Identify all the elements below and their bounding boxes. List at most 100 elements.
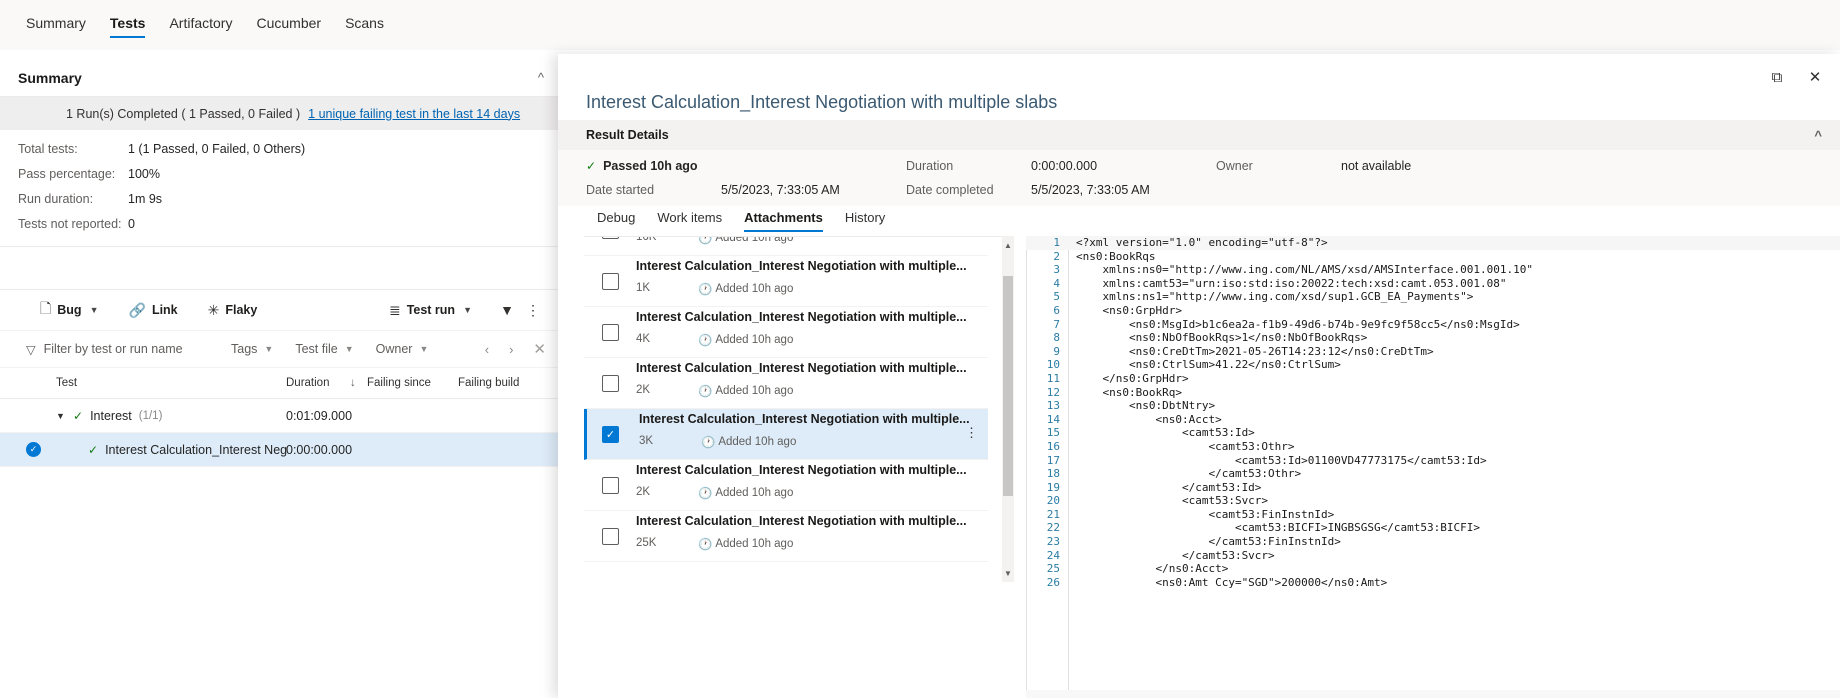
list-item[interactable]: Interest Calculation_Interest Negotiatio… (584, 256, 988, 307)
tab-summary[interactable]: Summary (14, 11, 98, 41)
attachment-checkbox[interactable] (602, 237, 619, 239)
stat-label: Pass percentage: (18, 166, 116, 181)
code-line-number: 14 (1046, 412, 1060, 426)
close-icon[interactable]: ✕ (1804, 66, 1826, 88)
test-run-grouping-button[interactable]: ≣ Test run ▼ (389, 302, 472, 319)
tags-filter[interactable]: Tags ▼ (231, 342, 273, 356)
summary-heading: Summary (18, 69, 82, 86)
chevron-down-icon[interactable]: ▼ (419, 344, 428, 354)
code-line: 7 <ns0:MsgId>b1c6ea2a-f1b9-49d6-b74b-9e9… (1026, 318, 1840, 332)
table-row[interactable]: ▼ ✓ Interest (1/1) 0:01:09.000 (0, 399, 560, 433)
tab-work-items[interactable]: Work items (646, 210, 733, 233)
flaky-button[interactable]: ✳ Flaky (208, 302, 258, 319)
attachment-checkbox[interactable] (602, 528, 619, 545)
code-line-text: xmlns:ns1="http://www.ing.com/xsd/sup1.G… (1076, 290, 1474, 304)
list-item[interactable]: Interest Calculation_Interest Negotiatio… (584, 511, 988, 562)
column-header-test[interactable]: Test (56, 377, 77, 389)
result-details-label: Result Details (586, 128, 669, 142)
code-line: 8 <ns0:NbOfBookRqs>1</ns0:NbOfBookRqs> (1026, 331, 1840, 345)
more-vertical-icon[interactable]: ⋮ (520, 297, 546, 323)
link-label: Link (151, 303, 178, 317)
list-item[interactable]: Interest Calculation_Interest Negotiatio… (584, 307, 988, 358)
code-line-text: xmlns:camt53="urn:iso:std:iso:20022:tech… (1076, 276, 1507, 290)
check-icon: ✓ (88, 442, 99, 457)
code-line-number: 2 (1053, 249, 1060, 263)
duration-label: Duration (906, 159, 954, 173)
tab-tests[interactable]: Tests (98, 11, 158, 41)
clock-icon: 🕐 (698, 539, 713, 551)
chevron-down-icon[interactable]: ▼ (463, 305, 472, 315)
search-input[interactable]: ▽ Filter by test or run name (26, 342, 231, 357)
link-button[interactable]: 🔗 Link (129, 302, 178, 319)
attachment-checkbox[interactable] (602, 273, 619, 290)
code-line-number: 25 (1046, 562, 1060, 576)
code-line-text: <camt53:Svcr> (1076, 494, 1269, 508)
list-item[interactable]: Interest Calculation_Interest Negotiatio… (584, 358, 988, 409)
attachment-checkbox[interactable] (602, 375, 619, 392)
tab-artifactory[interactable]: Artifactory (157, 11, 244, 41)
code-line-number: 4 (1053, 276, 1060, 290)
attachment-added-text: Added 10h ago (715, 236, 794, 244)
tab-history[interactable]: History (834, 210, 896, 233)
funnel-icon[interactable]: ▼ (494, 297, 520, 323)
list-item[interactable]: Interest Calculation_Interest Negotiatio… (584, 236, 988, 256)
chevron-right-icon[interactable]: › (509, 342, 513, 357)
close-icon[interactable]: ✕ (533, 340, 546, 358)
attachments-list[interactable]: Interest Calculation_Interest Negotiatio… (584, 236, 1004, 582)
code-line-number: 12 (1046, 385, 1060, 399)
failing-tests-link[interactable]: 1 unique failing test in the last 14 day… (308, 107, 520, 121)
attachment-checkbox[interactable]: ✓ (602, 426, 619, 443)
chevron-down-icon[interactable]: ▼ (90, 305, 99, 315)
code-line: 4 xmlns:camt53="urn:iso:std:iso:20022:te… (1026, 277, 1840, 291)
column-header-failing-since[interactable]: Failing since (367, 377, 431, 389)
code-line-text: xmlns:ns0="http://www.ing.com/NL/AMS/xsd… (1076, 263, 1533, 277)
panel-header: ⧉ ✕ Interest Calculation_Interest Negoti… (558, 54, 1840, 113)
code-line-number: 18 (1046, 467, 1060, 481)
column-header-duration[interactable]: Duration (286, 377, 329, 389)
chevron-down-icon[interactable]: ▼ (345, 344, 354, 354)
list-item[interactable]: Interest Calculation_Interest Negotiatio… (584, 460, 988, 511)
expand-icon[interactable]: ⧉ (1766, 66, 1788, 88)
code-line-number: 8 (1053, 331, 1060, 345)
code-line-text: </camt53:FinInstnId> (1076, 535, 1341, 549)
attachments-scrollbar[interactable]: ▲ ▼ (1002, 236, 1014, 582)
test-group-count: (1/1) (138, 409, 163, 422)
date-started-value: 5/5/2023, 7:33:05 AM (721, 183, 840, 197)
owner-field: Owner (1216, 154, 1253, 178)
chevron-up-icon[interactable]: ^ (538, 71, 544, 84)
code-line: 13 <ns0:DbtNtry> (1026, 399, 1840, 413)
code-line-number: 5 (1053, 290, 1060, 304)
code-line-text: <ns0:DbtNtry> (1076, 399, 1216, 413)
scrollbar-thumb[interactable] (1003, 276, 1013, 496)
owner-filter[interactable]: Owner ▼ (376, 342, 429, 356)
list-item[interactable]: ✓ Interest Calculation_Interest Negotiat… (584, 409, 988, 460)
attachment-name: Interest Calculation_Interest Negotiatio… (636, 310, 967, 324)
caret-up-icon[interactable]: ▲ (1002, 238, 1014, 252)
tab-attachments[interactable]: Attachments (733, 210, 834, 233)
attachment-checkbox[interactable] (602, 477, 619, 494)
tab-debug[interactable]: Debug (586, 210, 646, 233)
caret-down-icon[interactable]: ▼ (1002, 566, 1014, 580)
run-status-bar: 1 Run(s) Completed ( 1 Passed, 0 Failed … (0, 97, 560, 130)
bug-button[interactable]: 🗋 Bug ▼ (40, 298, 99, 322)
more-vertical-icon[interactable]: ⋮ (965, 425, 978, 441)
stat-label: Run duration: (18, 191, 94, 206)
table-row[interactable]: ✓ ✓ Interest Calculation_Interest Neg 0:… (0, 433, 560, 467)
attachment-code-viewer[interactable]: 1 <?xml version="1.0" encoding="utf-8"?> 2… (1026, 236, 1840, 698)
chevron-up-icon[interactable]: ^ (1814, 129, 1822, 142)
attachment-checkbox[interactable] (602, 324, 619, 341)
attachment-size: 3K (639, 435, 654, 447)
arrow-down-icon: ↓ (350, 377, 356, 389)
chevron-left-icon[interactable]: ‹ (485, 342, 489, 357)
test-file-filter[interactable]: Test file ▼ (295, 342, 353, 356)
chevron-down-icon[interactable]: ▼ (56, 411, 66, 421)
top-navigation-tabs[interactable]: Summary Tests Artifactory Cucumber Scans (0, 0, 1840, 50)
column-header-failing-build[interactable]: Failing build (458, 377, 519, 389)
code-line: 1 <?xml version="1.0" encoding="utf-8"?> (1026, 236, 1840, 250)
code-line: 3 xmlns:ns0="http://www.ing.com/NL/AMS/x… (1026, 263, 1840, 277)
tab-scans[interactable]: Scans (333, 11, 396, 41)
code-line: 18 </camt53:Othr> (1026, 467, 1840, 481)
code-line-number: 21 (1046, 507, 1060, 521)
chevron-down-icon[interactable]: ▼ (264, 344, 273, 354)
tab-cucumber[interactable]: Cucumber (244, 11, 333, 41)
